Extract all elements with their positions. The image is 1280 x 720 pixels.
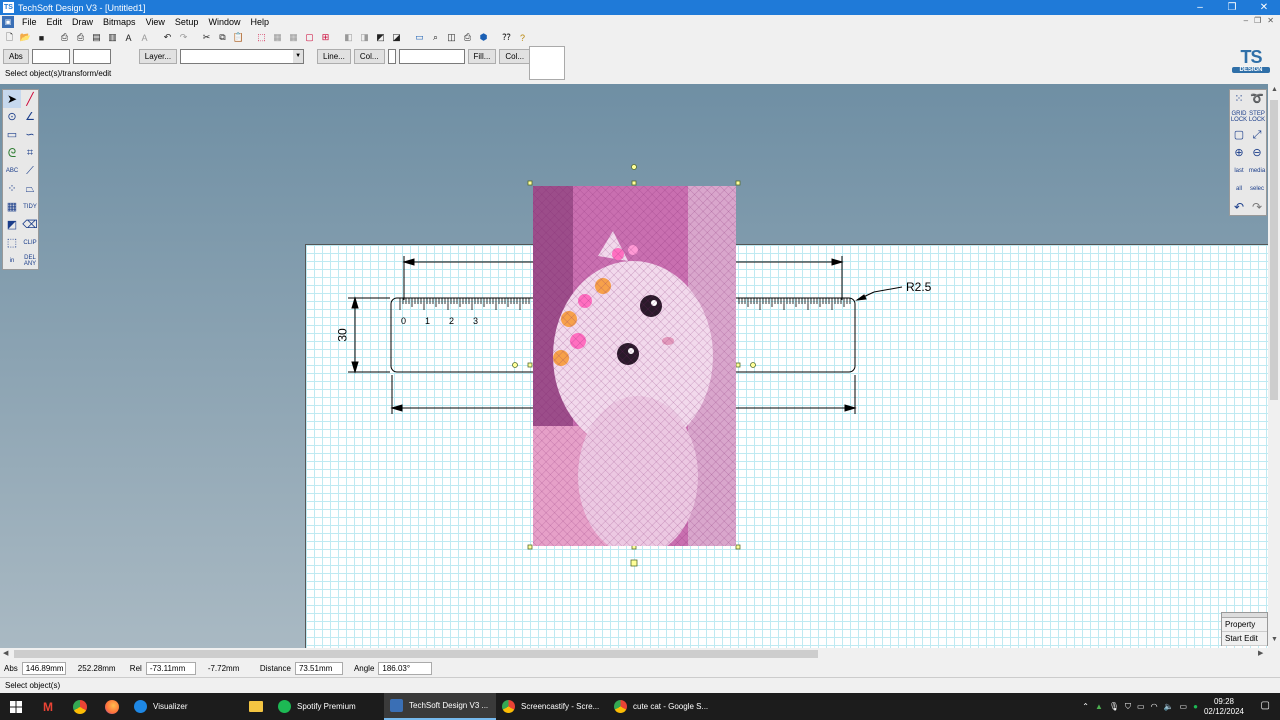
layers-tool-icon[interactable]: ◩ (3, 216, 21, 234)
grid-dots-icon[interactable]: ⁙ (1230, 90, 1248, 108)
taskbar-app-techsoft[interactable]: TechSoft Design V3 ... (384, 693, 496, 720)
chrome-icon[interactable] (64, 693, 96, 720)
height-label: 30 (335, 328, 350, 342)
system-tray: ⌃ ▲ 🎙 ⛉ ▭ ◠ 🔈 ▭ ● 09:28 02/12/2024 (1082, 693, 1244, 720)
taskbar-app-spotify[interactable]: Spotify Premium (272, 693, 384, 720)
media-icon[interactable]: media (1248, 162, 1266, 180)
drive-icon[interactable]: ▲ (1095, 702, 1103, 711)
volume-icon[interactable]: 🔈 (1164, 702, 1174, 711)
box-icon[interactable]: ▢ (1230, 126, 1248, 144)
all-icon[interactable]: all (1230, 180, 1248, 198)
spotify-tray-icon[interactable]: ● (1193, 702, 1198, 711)
angle-label: Angle (353, 664, 375, 673)
abs-y-value: 252.28mm (77, 664, 116, 673)
radius-leader (855, 286, 903, 301)
step-lock-icon[interactable]: STEP LOCK (1248, 108, 1266, 126)
perspective-tool-icon[interactable]: ⏢ (21, 180, 39, 198)
arc-tool-icon[interactable]: ∠ (21, 108, 39, 126)
redo-view-icon[interactable]: ↷ (1248, 198, 1266, 216)
network-icon[interactable]: ▭ (1137, 702, 1145, 711)
clock[interactable]: 09:28 02/12/2024 (1204, 697, 1244, 717)
gmail-icon[interactable]: M (32, 693, 64, 720)
abs-x-value: 146.89mm (21, 662, 66, 675)
clip-tool-icon[interactable]: CLIP (21, 234, 39, 252)
selec-icon[interactable]: selec (1248, 180, 1266, 198)
chrome-small-icon (614, 700, 627, 713)
vertical-scroll-thumb[interactable] (1270, 100, 1278, 400)
last-icon[interactable]: last (1230, 162, 1248, 180)
left-tool-palette: ➤ ╱ ⊙ ∠ ▭ ∽ ᘓ ⌗ ABC ⟋ ⁘ ⏢ ▦ TIDY ◩ ⌫ ⬚ C… (2, 89, 39, 270)
array-tool-icon[interactable]: ▦ (3, 198, 21, 216)
rel-label: Rel (129, 664, 142, 673)
in-tool-icon[interactable]: in (3, 252, 21, 270)
coordinate-bar: Abs 146.89mm 252.28mm Rel -73.11mm -7.72… (0, 660, 1280, 677)
spiral-tool-icon[interactable]: ᘓ (3, 144, 21, 162)
taskbar-app-screencastify[interactable]: Screencastify - Scre... (496, 693, 608, 720)
windows-start-icon[interactable] (0, 693, 32, 720)
circle-tool-icon[interactable]: ⊙ (3, 108, 21, 126)
vertical-scrollbar[interactable]: ▲ ▼ (1268, 84, 1280, 648)
property-button[interactable]: Property (1222, 618, 1267, 632)
firefox-icon[interactable] (96, 693, 128, 720)
shield-icon[interactable]: ⛉ (1125, 702, 1131, 712)
angle-value: 186.03° (378, 662, 433, 675)
visualizer-icon (134, 700, 147, 713)
tidy-tool-icon[interactable]: TIDY (21, 198, 39, 216)
rectangle-tool-icon[interactable]: ▭ (3, 126, 21, 144)
windows-taskbar: M Visualizer Spotify Premium TechSoft De… (0, 693, 1280, 720)
distance-value: 73.51mm (294, 662, 343, 675)
dots-tool-icon[interactable]: ⁘ (3, 180, 21, 198)
battery-icon[interactable]: ▭ (1180, 702, 1188, 711)
cat-bitmap-image[interactable] (533, 186, 736, 546)
height-dimension-line (348, 296, 390, 374)
techsoft-icon (390, 699, 403, 712)
line-tool-icon[interactable]: ╱ (21, 90, 39, 108)
grid-distort-icon[interactable]: ⌗ (21, 144, 39, 162)
message-bar: Select object(s) (0, 677, 1280, 693)
curve-tool-icon[interactable]: ∽ (21, 126, 39, 144)
notification-icon[interactable]: ▢ (1261, 700, 1270, 711)
delete-any-icon[interactable]: DEL ANY (21, 252, 39, 270)
mdi-close-icon[interactable]: ✕ (1267, 16, 1274, 25)
distance-label: Distance (259, 664, 291, 673)
start-edit-button[interactable]: Start Edit (1222, 632, 1267, 646)
measure-icon[interactable]: ⤢ (1248, 126, 1266, 144)
chrome-small-icon (502, 700, 515, 713)
scroll-left-icon[interactable]: ◀ (3, 649, 8, 657)
property-panel: Property Start Edit (1221, 612, 1268, 646)
file-explorer-icon[interactable] (240, 693, 272, 720)
undo-view-icon[interactable]: ↶ (1230, 198, 1248, 216)
zoom-out-icon[interactable]: ⊖ (1248, 144, 1266, 162)
grid-lock-icon[interactable]: GRID LOCK (1230, 108, 1248, 126)
node-tool-icon[interactable]: ⬚ (3, 234, 21, 252)
microphone-icon[interactable]: 🎙 (1109, 702, 1119, 711)
rel-y-value: -7.72mm (207, 664, 240, 673)
zoom-in-icon[interactable]: ⊕ (1230, 144, 1248, 162)
right-tool-palette: ⁙ ➰ GRID LOCK STEP LOCK ▢ ⤢ ⊕ ⊖ last med… (1229, 89, 1267, 216)
taskbar-app-chrome-cat[interactable]: cute cat - Google S... (608, 693, 720, 720)
horizontal-scrollbar[interactable]: ◀ ▶ (0, 648, 1268, 660)
scroll-right-icon[interactable]: ▶ (1258, 649, 1263, 657)
text-warp-icon[interactable]: ⟋ (21, 162, 39, 180)
scroll-up-icon[interactable]: ▲ (1271, 86, 1278, 93)
ruler-number-2: 2 (449, 316, 455, 326)
wifi-icon[interactable]: ◠ (1151, 702, 1158, 711)
taskbar-app-visualizer[interactable]: Visualizer (128, 693, 240, 720)
rel-x-value: -73.11mm (145, 662, 196, 675)
lasso-icon[interactable]: ➰ (1248, 90, 1266, 108)
spotify-icon (278, 700, 291, 713)
scroll-down-icon[interactable]: ▼ (1271, 636, 1278, 643)
ruler-number-1: 1 (425, 316, 431, 326)
ruler-number-0: 0 (401, 316, 407, 326)
radius-label: R2.5 (906, 280, 932, 294)
ruler-number-3: 3 (473, 316, 479, 326)
abs-label: Abs (4, 664, 18, 673)
horizontal-scroll-thumb[interactable] (14, 650, 818, 658)
text-tool-icon[interactable]: ABC (3, 162, 21, 180)
tray-chevron-icon[interactable]: ⌃ (1082, 702, 1089, 711)
select-arrow-icon[interactable]: ➤ (3, 90, 21, 108)
eraser-tool-icon[interactable]: ⌫ (21, 216, 39, 234)
